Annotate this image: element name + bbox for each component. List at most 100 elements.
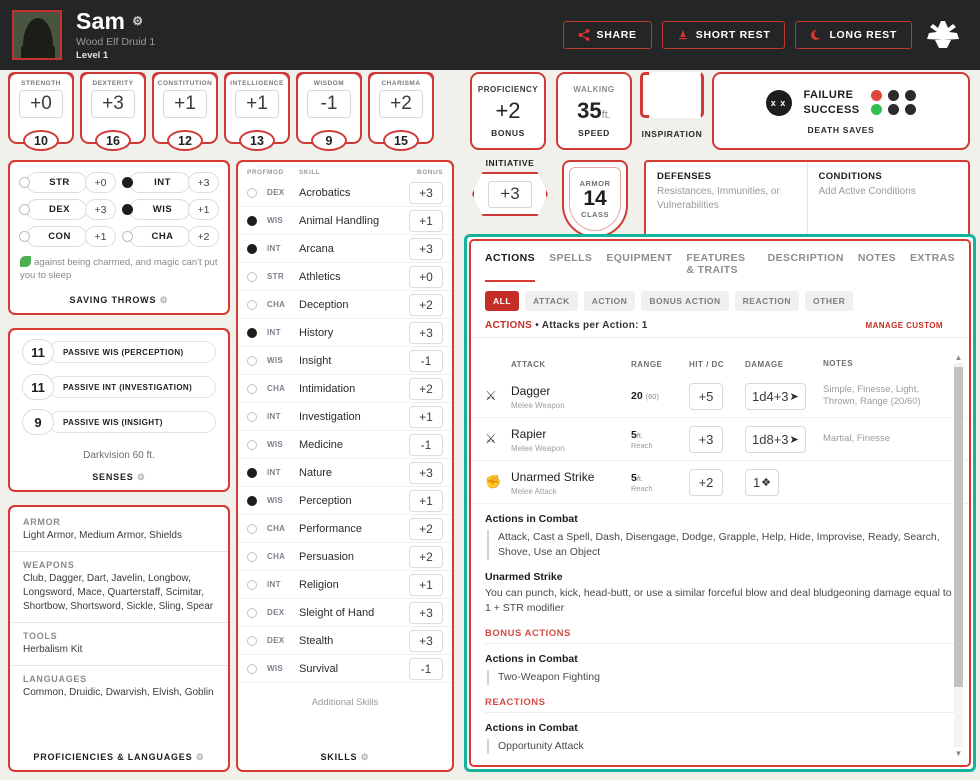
ability-constitution[interactable]: CONSTITUTION +1 12	[152, 72, 218, 144]
skill-row[interactable]: INTHistory+3	[238, 319, 452, 347]
saving-throw-str[interactable]: STR +0	[19, 172, 116, 193]
skill-proficiency-toggle[interactable]	[247, 524, 267, 534]
scroll-down-arrow[interactable]: ▼	[952, 747, 965, 759]
saving-throw-int[interactable]: INT +3	[122, 172, 219, 193]
skill-proficiency-toggle[interactable]	[247, 244, 267, 254]
skill-row[interactable]: INTInvestigation+1	[238, 403, 452, 431]
ability-charisma[interactable]: CHARISMA +2 15	[368, 72, 434, 144]
skill-proficiency-toggle[interactable]	[247, 384, 267, 394]
attack-hit-value[interactable]: +3	[689, 426, 723, 453]
tab-extras[interactable]: EXTRAS	[910, 252, 955, 282]
skill-row[interactable]: CHAPerformance+2	[238, 515, 452, 543]
skill-row[interactable]: INTReligion+1	[238, 571, 452, 599]
tab-description[interactable]: DESCRIPTION	[768, 252, 844, 282]
sense-perception[interactable]: 11 PASSIVE WIS (PERCEPTION)	[10, 339, 228, 365]
skill-row[interactable]: INTArcana+3	[238, 235, 452, 263]
skill-proficiency-toggle[interactable]	[247, 440, 267, 450]
skill-proficiency-toggle[interactable]	[247, 580, 267, 590]
skill-row[interactable]: WISPerception+1	[238, 487, 452, 515]
filter-reaction[interactable]: REACTION	[735, 291, 799, 311]
ability-dexterity[interactable]: DEXTERITY +3 16	[80, 72, 146, 144]
skill-proficiency-toggle[interactable]	[247, 552, 267, 562]
attack-hit-value[interactable]: +2	[689, 469, 723, 496]
skill-row[interactable]: CHADeception+2	[238, 291, 452, 319]
tab-notes[interactable]: NOTES	[858, 252, 896, 282]
proficiency-dot[interactable]	[19, 204, 30, 215]
failure-dot[interactable]	[905, 90, 916, 101]
gear-icon[interactable]: ⚙	[137, 472, 146, 482]
failure-dot[interactable]	[888, 90, 899, 101]
skill-row[interactable]: DEXSleight of Hand+3	[238, 599, 452, 627]
ability-intelligence[interactable]: INTELLIGENCE +1 13	[224, 72, 290, 144]
success-dot[interactable]	[871, 104, 882, 115]
filter-all[interactable]: ALL	[485, 291, 519, 311]
gear-icon[interactable]: ⚙	[132, 15, 143, 28]
skill-proficiency-toggle[interactable]	[247, 412, 267, 422]
saving-throw-dex[interactable]: DEX +3	[19, 199, 116, 220]
skill-row[interactable]: DEXStealth+3	[238, 627, 452, 655]
gear-icon[interactable]: ⚙	[196, 752, 205, 762]
saving-throw-wis[interactable]: WIS +1	[122, 199, 219, 220]
proficiency-bonus-box[interactable]: PROFICIENCY +2 BONUS	[470, 72, 546, 150]
attack-hit-value[interactable]: +5	[689, 383, 723, 410]
skill-proficiency-toggle[interactable]	[247, 636, 267, 646]
skill-proficiency-toggle[interactable]	[247, 328, 267, 338]
saving-throw-con[interactable]: CON +1	[19, 226, 116, 247]
proficiency-dot[interactable]	[19, 231, 30, 242]
manage-custom-button[interactable]: MANAGE CUSTOM	[866, 321, 944, 330]
filter-attack[interactable]: ATTACK	[525, 291, 578, 311]
attack-row-unarmed-strike[interactable]: ✊ Unarmed Strike Melee Attack 5ft. Reach…	[471, 461, 969, 504]
skill-row[interactable]: WISAnimal Handling+1	[238, 207, 452, 235]
skill-row[interactable]: WISMedicine-1	[238, 431, 452, 459]
armor-class-box[interactable]: ARMOR 14 CLASS	[562, 160, 628, 238]
attack-damage-value[interactable]: 1 ❖	[745, 469, 779, 496]
skill-row[interactable]: CHAPersuasion+2	[238, 543, 452, 571]
skill-proficiency-toggle[interactable]	[247, 188, 267, 198]
proficiency-dot[interactable]	[19, 177, 30, 188]
inspiration-card[interactable]	[640, 72, 704, 118]
share-button[interactable]: SHARE	[563, 21, 652, 49]
attack-row-dagger[interactable]: ⚔ Dagger Melee Weapon 20 (60) +5 1d4	[471, 375, 969, 418]
success-dot[interactable]	[905, 104, 916, 115]
scrollbar-thumb[interactable]	[954, 367, 963, 687]
skill-proficiency-toggle[interactable]	[247, 608, 267, 618]
avatar[interactable]	[12, 10, 62, 60]
speed-box[interactable]: WALKING 35ft. SPEED	[556, 72, 632, 150]
ability-strength[interactable]: STRENGTH +0 10	[8, 72, 74, 144]
inspiration-box[interactable]: INSPIRATION	[640, 72, 704, 150]
attack-damage-value[interactable]: 1d4+3 ➤	[745, 383, 806, 410]
skill-row[interactable]: STRAthletics+0	[238, 263, 452, 291]
filter-action[interactable]: ACTION	[584, 291, 636, 311]
skill-proficiency-toggle[interactable]	[247, 468, 267, 478]
conditions-column[interactable]: CONDITIONS Add Active Conditions	[807, 162, 969, 236]
defenses-column[interactable]: DEFENSES Resistances, Immunities, or Vul…	[646, 162, 807, 236]
gear-icon[interactable]: ⚙	[361, 752, 370, 762]
tab-equipment[interactable]: EQUIPMENT	[606, 252, 672, 282]
ability-wisdom[interactable]: WISDOM -1 9	[296, 72, 362, 144]
attack-row-rapier[interactable]: ⚔ Rapier Melee Weapon 5ft. Reach +3	[471, 418, 969, 461]
gear-icon[interactable]: ⚙	[160, 295, 169, 305]
initiative-box[interactable]: INITIATIVE +3	[470, 158, 550, 216]
scroll-up-arrow[interactable]: ▲	[952, 351, 965, 363]
tab-features-traits[interactable]: FEATURES & TRAITS	[686, 252, 753, 282]
sense-insight[interactable]: 9 PASSIVE WIS (INSIGHT)	[10, 409, 228, 435]
skill-row[interactable]: DEXAcrobatics+3	[238, 179, 452, 207]
tab-spells[interactable]: SPELLS	[549, 252, 592, 282]
skill-proficiency-toggle[interactable]	[247, 496, 267, 506]
skill-row[interactable]: WISSurvival-1	[238, 655, 452, 683]
skill-proficiency-toggle[interactable]	[247, 216, 267, 226]
success-dot[interactable]	[888, 104, 899, 115]
proficiency-dot[interactable]	[122, 177, 133, 188]
saving-throw-cha[interactable]: CHA +2	[122, 226, 219, 247]
tab-actions[interactable]: ACTIONS	[485, 252, 535, 282]
skill-proficiency-toggle[interactable]	[247, 664, 267, 674]
skill-row[interactable]: WISInsight-1	[238, 347, 452, 375]
skill-proficiency-toggle[interactable]	[247, 356, 267, 366]
skill-row[interactable]: INTNature+3	[238, 459, 452, 487]
skill-row[interactable]: CHAIntimidation+2	[238, 375, 452, 403]
skill-proficiency-toggle[interactable]	[247, 300, 267, 310]
short-rest-button[interactable]: SHORT REST	[662, 21, 786, 49]
proficiency-dot[interactable]	[122, 204, 133, 215]
panel-scrollbar[interactable]: ▲ ▼	[952, 351, 965, 759]
failure-dot[interactable]	[871, 90, 882, 101]
